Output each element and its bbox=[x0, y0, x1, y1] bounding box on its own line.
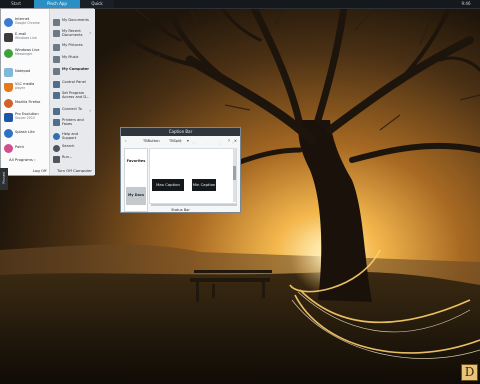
taskbar-clock[interactable]: 9:46 bbox=[458, 0, 474, 8]
place-label: Run... bbox=[62, 155, 73, 159]
item-title: Paint bbox=[15, 145, 24, 149]
content-area: Max Caption Min Caption bbox=[149, 148, 237, 204]
places-my-computer[interactable]: My Computer bbox=[51, 66, 93, 77]
item-subtitle: player bbox=[15, 86, 26, 90]
start-item-internet[interactable]: Internet Google Chrome bbox=[3, 16, 49, 29]
messenger-icon bbox=[4, 49, 13, 58]
submenu-arrow-icon: › bbox=[89, 108, 91, 113]
start-menu: Internet Google Chrome E-mail Windows Li… bbox=[0, 8, 95, 176]
all-programs-button[interactable]: All Programs › bbox=[9, 157, 36, 162]
window-toolbar: ‹ TBButton TBSplit ▾ ? ✕ bbox=[121, 137, 240, 146]
my-docs-item[interactable]: My Docs bbox=[126, 187, 146, 205]
place-label: My Computer bbox=[62, 67, 90, 71]
toolbar-close-icon[interactable]: ✕ bbox=[234, 137, 237, 146]
start-item-email[interactable]: E-mail Windows Live bbox=[3, 31, 49, 44]
tbbutton[interactable]: TBButton bbox=[143, 137, 160, 146]
start-item-messenger[interactable]: Windows Live Messenger bbox=[3, 47, 49, 60]
pictures-folder-icon bbox=[53, 44, 60, 51]
turn-off-button[interactable]: Turn Off Computer bbox=[57, 168, 92, 173]
item-title: Notepad bbox=[15, 69, 31, 73]
control-panel-icon bbox=[53, 81, 60, 88]
submenu-arrow-icon: › bbox=[89, 30, 91, 35]
notepad-icon bbox=[4, 68, 13, 77]
network-icon bbox=[53, 108, 60, 115]
max-caption-button[interactable]: Max Caption bbox=[152, 179, 184, 191]
place-label: My Pictures bbox=[62, 43, 83, 47]
window-controls: ? ▫ – □ ✕ bbox=[176, 129, 236, 145]
item-subtitle: Windows Live bbox=[15, 36, 37, 40]
vertical-scrollbar[interactable] bbox=[233, 148, 236, 202]
browser-icon bbox=[4, 18, 13, 27]
side-tab-label: Pinned bbox=[2, 172, 6, 184]
start-item-vlc[interactable]: VLC media player bbox=[3, 81, 49, 94]
place-label: Control Panel bbox=[62, 80, 86, 84]
computer-icon bbox=[53, 68, 60, 75]
places-connect-to[interactable]: Connect To › bbox=[51, 106, 93, 117]
place-label: My Recent Documents bbox=[62, 29, 83, 38]
start-item-pes[interactable]: Pro Evolution Soccer 2010 bbox=[3, 111, 49, 124]
window-title-bar[interactable]: Caption Bar ? ▫ – □ ✕ bbox=[121, 128, 240, 145]
run-icon bbox=[53, 156, 60, 163]
favorites-label[interactable]: Favorites bbox=[125, 159, 147, 163]
min-caption-button[interactable]: Min Caption bbox=[192, 179, 216, 191]
item-title: Splash Lite bbox=[15, 130, 35, 134]
printer-icon bbox=[53, 119, 60, 126]
places-my-music[interactable]: My Music bbox=[51, 54, 93, 65]
status-bar: Status Bar bbox=[171, 208, 190, 212]
caption-bar-window: Caption Bar ? ▫ – □ ✕ ‹ TBButton TBSplit… bbox=[120, 127, 241, 213]
places-search[interactable]: Search bbox=[51, 143, 93, 154]
my-docs-label: My Docs bbox=[128, 193, 144, 197]
vlc-cone-icon bbox=[4, 83, 13, 92]
item-title: Mozilla Firefox bbox=[15, 100, 41, 104]
place-label: Search bbox=[62, 144, 75, 148]
help-icon bbox=[53, 133, 60, 140]
start-item-notepad[interactable]: Notepad bbox=[3, 66, 49, 79]
place-label: My Documents bbox=[62, 18, 89, 22]
item-subtitle: Messenger bbox=[15, 52, 33, 56]
mail-icon bbox=[4, 33, 13, 42]
place-label: Set Program Access and D... bbox=[62, 91, 90, 100]
places-my-pictures[interactable]: My Pictures bbox=[51, 42, 93, 53]
splash-icon bbox=[4, 129, 13, 138]
search-icon bbox=[53, 145, 60, 152]
horizontal-scrollbar[interactable] bbox=[151, 204, 237, 206]
place-label: Connect To bbox=[62, 107, 82, 111]
scroll-thumb[interactable] bbox=[233, 166, 236, 180]
place-label: My Music bbox=[62, 55, 79, 59]
watermark-logo: D bbox=[461, 364, 478, 381]
recent-documents-icon bbox=[53, 30, 60, 37]
soccer-icon bbox=[4, 113, 13, 122]
start-item-paint[interactable]: Paint bbox=[3, 142, 49, 155]
taskbar-pinned-app[interactable]: Pinch App bbox=[34, 0, 80, 8]
item-subtitle: Google Chrome bbox=[15, 21, 40, 25]
favorites-panel: Favorites My Docs bbox=[124, 148, 148, 212]
taskbar-quick[interactable]: Quick bbox=[80, 0, 114, 8]
program-access-icon bbox=[53, 92, 60, 99]
places-recent-documents[interactable]: My Recent Documents › bbox=[51, 28, 93, 41]
music-folder-icon bbox=[53, 56, 60, 63]
item-subtitle: Soccer 2010 bbox=[15, 116, 35, 120]
places-run[interactable]: Run... bbox=[51, 154, 93, 165]
tbsplit[interactable]: TBSplit bbox=[169, 137, 182, 146]
firefox-icon bbox=[4, 99, 13, 108]
log-off-button[interactable]: Log Off bbox=[33, 168, 47, 173]
start-button[interactable]: Start bbox=[0, 0, 32, 8]
start-item-firefox[interactable]: Mozilla Firefox bbox=[3, 97, 49, 110]
places-printers[interactable]: Printers and Faxes bbox=[51, 117, 93, 130]
start-item-splash[interactable]: Splash Lite bbox=[3, 127, 49, 140]
places-control-panel[interactable]: Control Panel bbox=[51, 79, 93, 90]
toolbar-help-icon[interactable]: ? bbox=[228, 137, 230, 146]
documents-folder-icon bbox=[53, 19, 60, 26]
places-my-documents[interactable]: My Documents bbox=[51, 17, 93, 28]
place-label: Help and Support bbox=[62, 132, 79, 141]
place-label: Printers and Faxes bbox=[62, 118, 84, 127]
places-program-access[interactable]: Set Program Access and D... bbox=[51, 90, 93, 104]
paint-palette-icon bbox=[4, 144, 13, 153]
pinned-side-tab[interactable]: Pinned bbox=[0, 168, 8, 190]
back-arrow-icon[interactable]: ‹ bbox=[125, 137, 126, 146]
dropdown-arrow-icon[interactable]: ▾ bbox=[187, 137, 189, 146]
